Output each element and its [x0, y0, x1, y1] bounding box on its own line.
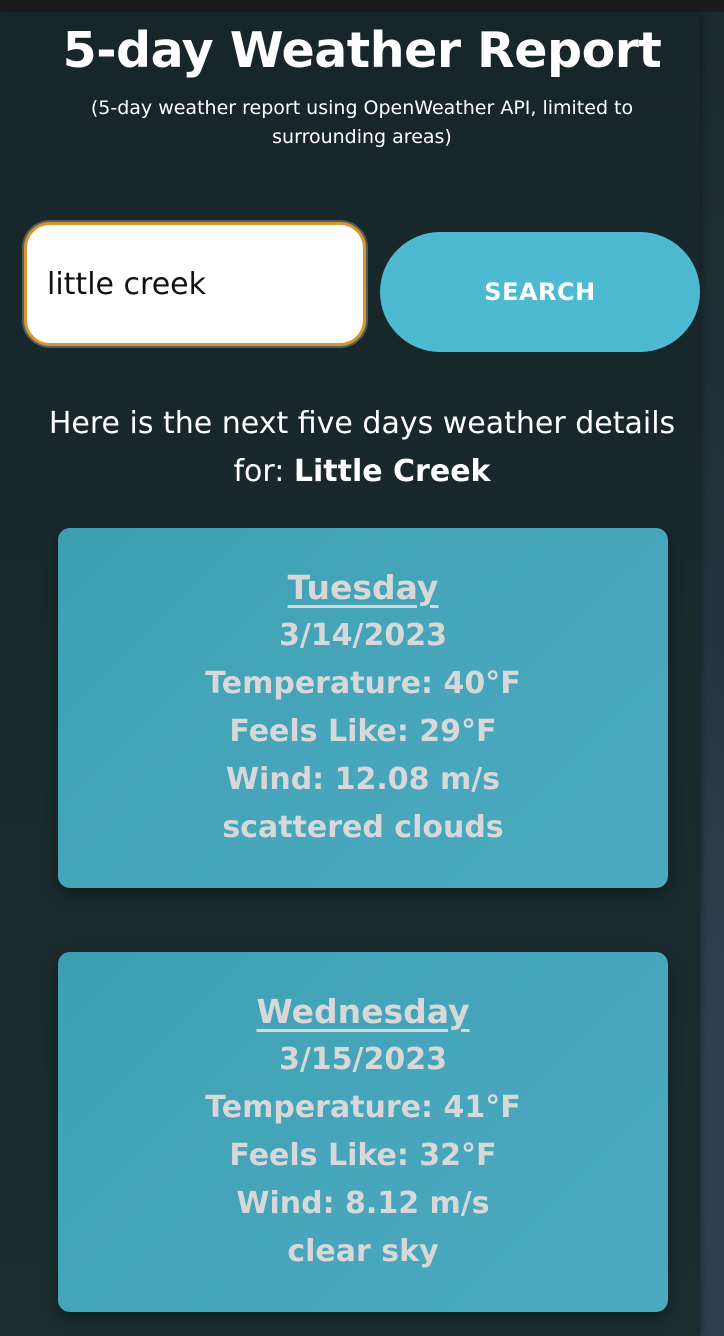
forecast-description: scattered clouds	[222, 810, 504, 845]
forecast-wind: Wind: 12.08 m/s	[225, 762, 501, 797]
forecast-date: 3/14/2023	[278, 618, 448, 653]
forecast-feels-like: Feels Like: 32°F	[229, 1138, 497, 1173]
page-title: 5-day Weather Report	[62, 22, 662, 79]
forecast-intro: Here is the next five days weather detai…	[20, 400, 704, 496]
forecast-day: Wednesday	[256, 992, 470, 1031]
page-subtitle: (5-day weather report using OpenWeather …	[90, 97, 634, 148]
city-search-input[interactable]	[24, 222, 366, 346]
forecast-feels-like: Feels Like: 29°F	[229, 714, 497, 749]
search-button[interactable]: SEARCH	[380, 232, 700, 352]
browser-top-strip	[0, 0, 724, 12]
forecast-temperature: Temperature: 41°F	[205, 1090, 521, 1125]
forecast-card: Tuesday 3/14/2023 Temperature: 40°F Feel…	[58, 528, 668, 888]
forecast-wind: Wind: 8.12 m/s	[236, 1186, 490, 1221]
forecast-day: Tuesday	[287, 568, 439, 607]
forecast-description: clear sky	[287, 1234, 439, 1269]
forecast-card: Wednesday 3/15/2023 Temperature: 41°F Fe…	[58, 952, 668, 1312]
forecast-date: 3/15/2023	[278, 1042, 448, 1077]
city-name: Little Creek	[293, 454, 491, 489]
forecast-temperature: Temperature: 40°F	[205, 666, 521, 701]
